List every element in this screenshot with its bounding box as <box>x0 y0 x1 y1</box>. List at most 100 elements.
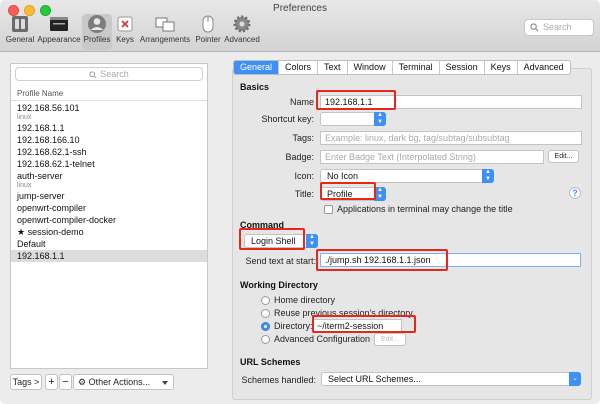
shortcut-key-label: Shortcut key: <box>261 114 314 124</box>
profile-name: auth-server <box>17 171 63 181</box>
profile-name: openwrt-compiler-docker <box>17 215 117 225</box>
keyboard-icon <box>117 16 133 32</box>
toolbar-arrangements[interactable]: Arrangements <box>138 14 192 50</box>
search-icon <box>89 70 97 79</box>
tab-terminal[interactable]: Terminal <box>392 61 440 74</box>
help-button[interactable]: ? <box>569 187 581 199</box>
profile-name: Default <box>17 239 46 249</box>
settings-tabs: General Colors Text Window Terminal Session Ke… <box>233 60 571 75</box>
badge-field[interactable]: Enter Badge Text (Interpolated String) <box>320 150 544 164</box>
shortcut-key-popup[interactable]: ▲ ▼ <box>320 112 386 126</box>
profile-row[interactable]: 192.168.62.1-telnet <box>11 158 207 170</box>
toolbar-profiles[interactable]: Profiles <box>82 14 112 50</box>
toolbar-general[interactable]: General <box>4 14 36 50</box>
url-schemes-section-title: URL Schemes <box>240 357 301 367</box>
profile-row[interactable]: openwrt-compiler-docker <box>11 214 207 226</box>
highlight-title <box>320 182 376 200</box>
other-actions-button[interactable]: ⚙ Other Actions... <box>73 374 174 390</box>
profile-name-column-header[interactable]: Profile Name <box>11 86 207 101</box>
tab-advanced[interactable]: Advanced <box>517 61 570 74</box>
window-title: Preferences <box>273 3 327 14</box>
popup-arrows-icon: ▲ ▼ <box>482 169 494 183</box>
tab-general[interactable]: General <box>234 61 280 74</box>
toolbar-search-field[interactable]: Search <box>524 19 594 36</box>
search-icon <box>530 23 539 32</box>
profile-name: 192.168.166.10 <box>17 135 80 145</box>
tags-toggle-button[interactable]: Tags > <box>10 374 42 390</box>
profile-row[interactable]: Default <box>11 238 207 250</box>
tab-text[interactable]: Text <box>318 61 348 74</box>
directory-radio[interactable] <box>261 322 270 331</box>
schemes-handled-label: Schemes handled: <box>241 375 316 385</box>
toolbar-appearance-label: Appearance <box>37 35 81 44</box>
badge-label: Badge: <box>285 152 314 162</box>
profile-row[interactable]: 192.168.56.101 linux <box>11 102 207 122</box>
profile-name: jump-server <box>17 191 65 201</box>
toolbar-pointer[interactable]: Pointer <box>194 14 222 50</box>
profile-tag: linux <box>17 182 32 189</box>
toolbar-keys[interactable]: Keys <box>114 14 136 50</box>
toolbar-profiles-label: Profiles <box>83 35 111 44</box>
profile-search-field[interactable]: Search <box>15 67 203 81</box>
advanced-config-edit-button[interactable]: Edit... <box>374 333 406 346</box>
badge-edit-button[interactable]: Edit... <box>548 150 579 163</box>
profile-list-panel: Search Profile Name 192.168.56.101 linux 1… <box>10 63 208 369</box>
mouse-icon <box>202 15 214 33</box>
popup-arrows-icon: ▲ ▼ <box>374 112 386 126</box>
tags-label: Tags: <box>292 133 314 143</box>
profile-list: 192.168.56.101 linux 192.168.1.1 192.168.16… <box>11 102 207 262</box>
toolbar-general-label: General <box>5 35 35 44</box>
gear-icon: ⚙ <box>78 377 87 387</box>
tab-keys[interactable]: Keys <box>484 61 518 74</box>
toolbar-keys-label: Keys <box>116 35 134 44</box>
reuse-directory-radio[interactable] <box>261 309 270 318</box>
profile-row[interactable]: auth-server linux <box>11 170 207 190</box>
add-profile-button[interactable]: + <box>45 374 58 390</box>
highlight-directory <box>312 315 416 333</box>
preferences-window: Preferences General Appearance Profiles … <box>0 0 600 404</box>
tab-session[interactable]: Session <box>439 61 485 74</box>
tab-colors[interactable]: Colors <box>279 61 319 74</box>
profile-row[interactable]: ★ session-demo <box>11 226 207 238</box>
chevron-down-icon: ⌄ <box>569 372 581 386</box>
profile-name: 192.168.56.101 <box>17 103 80 113</box>
home-directory-label: Home directory <box>274 295 336 305</box>
basics-section-title: Basics <box>240 82 270 92</box>
profile-name: 192.168.62.1-telnet <box>17 159 95 169</box>
profile-search-placeholder: Search <box>100 69 129 79</box>
popup-arrows-icon: ▲ ▼ <box>306 234 318 248</box>
title-label: Title: <box>294 189 314 199</box>
url-schemes-popup[interactable]: Select URL Schemes... ⌄ <box>321 372 581 386</box>
profile-row[interactable]: 192.168.62.1-ssh <box>11 146 207 158</box>
profile-name: 192.168.1.1 <box>17 123 65 133</box>
profile-name: openwrt-compiler <box>17 203 87 213</box>
profile-row[interactable]: jump-server <box>11 190 207 202</box>
chevron-down-icon <box>162 381 168 385</box>
profile-row[interactable]: 192.168.166.10 <box>11 134 207 146</box>
toolbar-advanced[interactable]: Advanced <box>224 14 260 50</box>
profile-name: ★ session-demo <box>17 227 84 237</box>
icon-popup[interactable]: No Icon ▲ ▼ <box>320 169 494 183</box>
profile-row[interactable]: 192.168.1.1 <box>11 122 207 134</box>
other-actions-label: Other Actions... <box>88 377 151 387</box>
toolbar-search-placeholder: Search <box>543 22 572 32</box>
highlight-name <box>316 90 396 110</box>
highlight-login-shell <box>239 228 305 250</box>
remove-profile-button[interactable]: − <box>59 374 72 390</box>
icon-popup-value: No Icon <box>327 171 359 181</box>
arrangements-icon <box>155 17 175 32</box>
tab-window[interactable]: Window <box>347 61 393 74</box>
advanced-config-radio[interactable] <box>261 335 270 344</box>
directory-label: Directory: <box>274 321 313 331</box>
toolbar-advanced-label: Advanced <box>224 35 260 44</box>
send-text-label: Send text at start: <box>245 256 316 266</box>
toolbar-appearance[interactable]: Appearance <box>36 14 82 50</box>
home-directory-radio[interactable] <box>261 296 270 305</box>
icon-label: Icon: <box>294 171 314 181</box>
toolbar: Preferences General Appearance Profiles … <box>0 0 600 52</box>
profile-row[interactable]: openwrt-compiler <box>11 202 207 214</box>
tags-field[interactable]: Example: linux, dark bg, tag/subtag/subs… <box>320 131 582 145</box>
toolbar-pointer-label: Pointer <box>195 35 221 44</box>
apps-change-title-checkbox[interactable] <box>324 205 333 214</box>
profile-row[interactable]: 192.168.1.1 <box>11 250 207 262</box>
